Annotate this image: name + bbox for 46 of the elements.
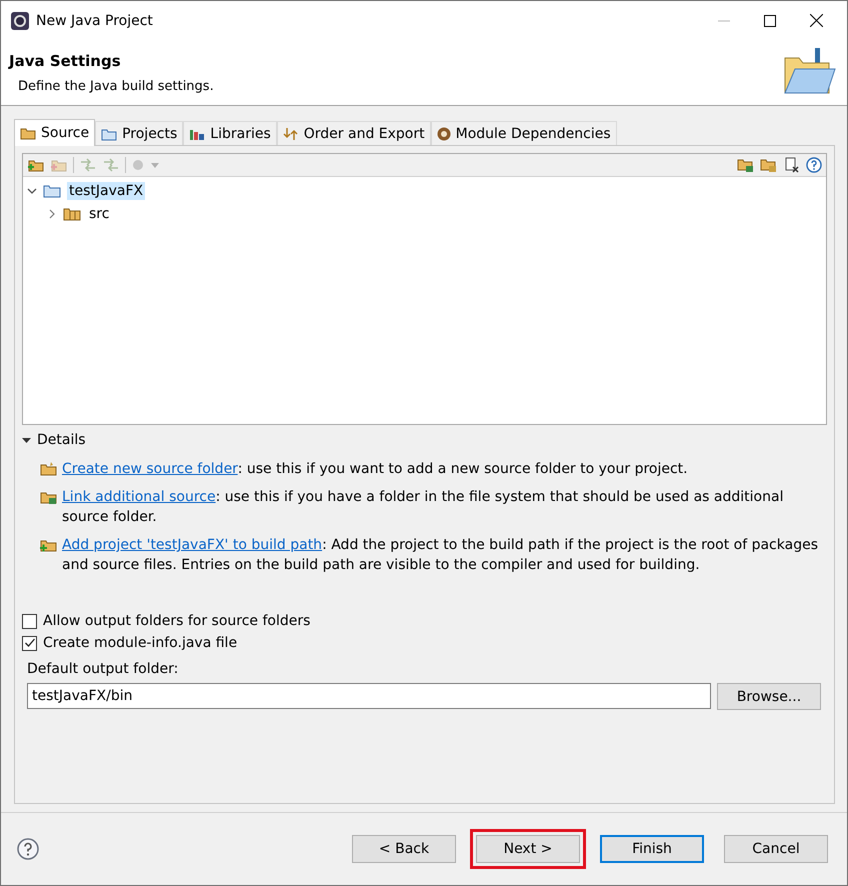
tab[interactable]: Libraries [183,121,277,145]
field-label: Default output folder: [27,661,180,677]
detail-text: Link additional source: use this if you have a folder in the file system that should be used as additional source folder. [62,488,784,527]
folder-icon [40,461,58,477]
tab[interactable]: Projects [95,121,184,145]
remove-icon[interactable] [783,157,801,173]
tab[interactable]: Source [14,119,96,146]
help-icon[interactable] [806,157,822,173]
folder-icon [101,126,118,140]
maximize-icon[interactable] [764,14,776,26]
folder-icon[interactable] [760,157,778,173]
section-title[interactable]: Details [37,432,86,448]
detail-text: Add project 'testJavaFX' to build path: Add the project to the build path if the project is the root of packages and source files. Entries on the build path are visible to the compiler and used for building. [62,536,819,575]
link[interactable]: Link additional source [62,489,216,505]
checkbox-label: Create module-info.java file [43,635,238,651]
close-icon[interactable] [810,14,823,27]
help-icon[interactable] [17,838,39,860]
folder-icon[interactable] [737,157,755,173]
dialog-button[interactable]: < Back [352,835,456,863]
page-title: Java Settings [9,52,122,70]
browse-button[interactable]: Browse... [717,683,821,710]
tab[interactable]: Order and Export [276,121,431,145]
detail-text: Create new source folder: use this if you want to add a new source folder to your project. [62,460,688,479]
folder-icon [43,183,61,198]
tab[interactable]: Module Dependencies [430,121,617,145]
dialog-button[interactable]: Next > [476,835,580,863]
dialog-button[interactable]: Cancel [724,835,828,863]
package-folder-icon [63,206,81,221]
chevron-icon[interactable] [27,186,37,196]
checkbox[interactable] [22,636,37,650]
module-icon [436,126,451,140]
checkbox-label: Allow output folders for source folders [43,613,310,629]
app-icon [10,10,30,30]
caret-icon[interactable] [22,436,31,444]
window-title: New Java Project [36,12,153,28]
link[interactable]: Create new source folder [62,461,238,477]
package-folder-icon [20,126,36,140]
arrows-icon [282,126,299,140]
link[interactable]: Add project 'testJavaFX' to build path [62,537,322,553]
output-folder-field[interactable]: testJavaFX/bin [27,683,711,709]
tree-item[interactable]: testJavaFX [67,182,146,200]
tree-item[interactable]: src [87,204,112,222]
checkbox[interactable] [22,614,37,628]
dialog-button[interactable]: Finish [600,835,704,863]
page-description: Define the Java build settings. [18,79,214,94]
chevron-icon[interactable] [47,208,57,218]
